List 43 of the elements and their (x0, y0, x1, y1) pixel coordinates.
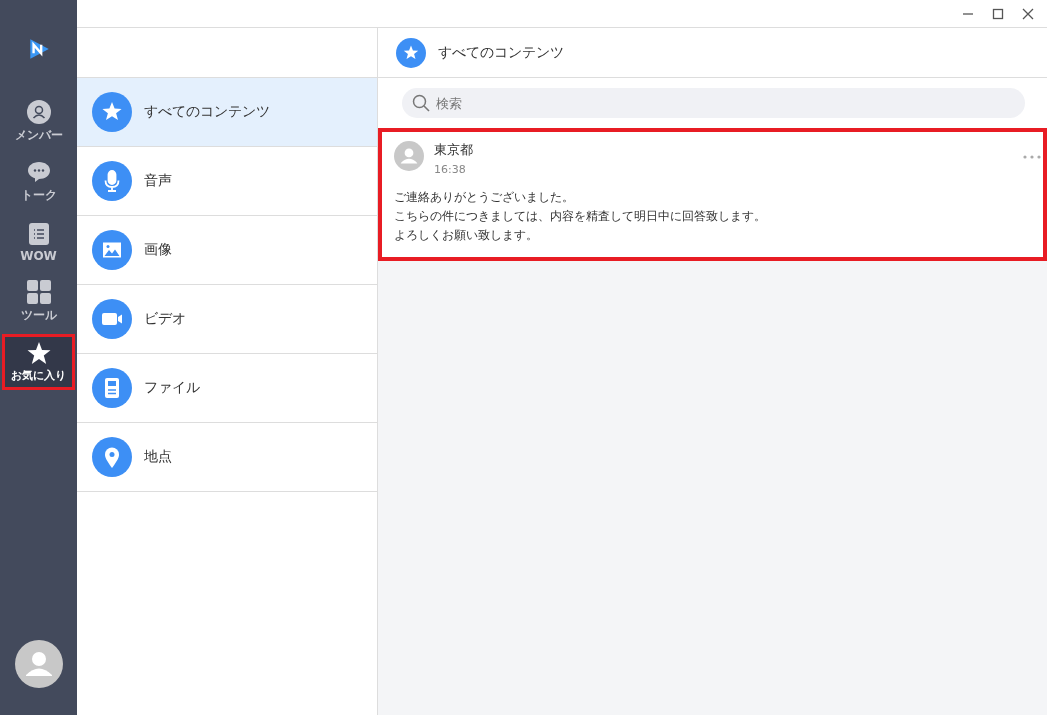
avatar-icon (394, 141, 424, 171)
message-text: ご連絡ありがとうございました。 (394, 189, 574, 206)
document-icon (92, 368, 132, 408)
nav-label: ツール (20, 307, 57, 324)
nav-item[interactable]: WOW (2, 214, 75, 270)
content-title: すべてのコンテンツ (438, 43, 564, 62)
category-item[interactable]: すべてのコンテンツ (77, 78, 377, 147)
category-label: 地点 (144, 448, 172, 466)
microphone-icon (92, 161, 132, 201)
nav-item[interactable]: お気に入り (2, 334, 75, 390)
star-icon (26, 341, 51, 365)
message-text: こちらの件につきましては、内容を精査して明日中に回答致します。 (394, 208, 766, 225)
nav-item[interactable]: ツール (2, 274, 75, 330)
search-field[interactable]: 検索 (402, 88, 1025, 118)
list-icon (27, 221, 50, 246)
nav-label: WOW (20, 248, 57, 263)
close-icon[interactable] (1022, 7, 1034, 20)
avatar-icon[interactable] (14, 640, 63, 688)
category-item[interactable]: ファイル (77, 354, 377, 423)
chat-bubble-icon (26, 160, 51, 184)
category-label: ファイル (144, 379, 200, 397)
nav-item[interactable]: メンバー (2, 94, 75, 150)
category-label: すべてのコンテンツ (144, 103, 270, 121)
nav-label: トーク (20, 187, 57, 204)
message-time: 16:38 (434, 163, 467, 176)
category-item[interactable]: ビデオ (77, 285, 377, 354)
category-label: ビデオ (144, 310, 186, 328)
nav-item[interactable]: トーク (2, 154, 75, 210)
message-text: よろしくお願い致します。 (394, 227, 538, 244)
category-item[interactable]: 音声 (77, 147, 377, 216)
category-label: 音声 (144, 172, 172, 190)
image-icon (92, 230, 132, 270)
person-icon (26, 100, 51, 124)
location-pin-icon (92, 437, 132, 477)
category-item[interactable]: 地点 (77, 423, 377, 492)
category-item[interactable]: 画像 (77, 216, 377, 285)
nav-label: メンバー (14, 127, 63, 144)
video-camera-icon (92, 299, 132, 339)
sender-name: 東京都 (434, 141, 473, 159)
nav-label: お気に入り (11, 368, 66, 383)
grid-icon (26, 280, 51, 304)
maximize-icon[interactable] (992, 7, 1004, 20)
category-label: 画像 (144, 241, 172, 259)
